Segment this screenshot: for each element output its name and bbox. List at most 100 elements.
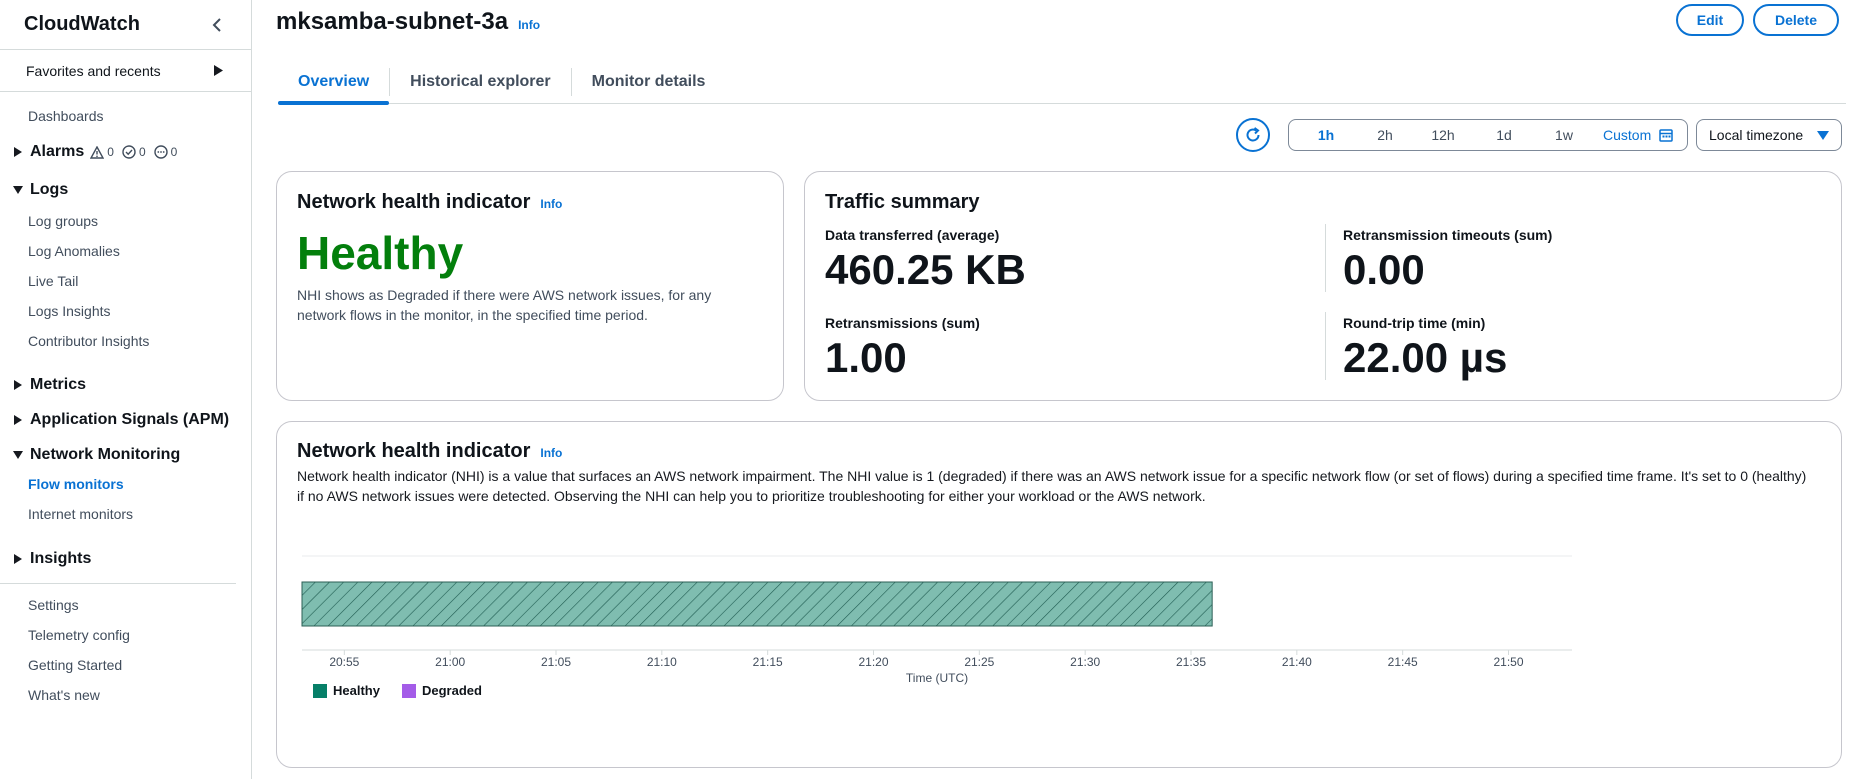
edit-button[interactable]: Edit	[1676, 4, 1744, 36]
x-tick-label: 21:35	[1176, 655, 1206, 669]
sidebar-section-metrics[interactable]: Metrics	[12, 376, 86, 394]
retransmissions-label: Retransmissions (sum)	[825, 315, 980, 331]
x-tick-label: 21:25	[964, 655, 994, 669]
traffic-summary-card: Traffic summary Data transferred (averag…	[804, 171, 1842, 401]
legend-swatch-healthy	[313, 683, 327, 698]
alarm-count[interactable]: 0	[90, 145, 114, 159]
page-title: mksamba-subnet-3a	[276, 8, 509, 35]
range-custom[interactable]: Custom	[1603, 120, 1673, 150]
sidebar-section-label: Logs	[30, 181, 69, 198]
tab-bar: Overview Historical explorer Monitor det…	[278, 60, 1846, 105]
range-1d[interactable]: 1d	[1473, 120, 1535, 150]
legend-swatch-degraded	[401, 683, 416, 698]
tab-overview[interactable]: Overview	[278, 60, 390, 105]
metric-divider	[1325, 312, 1326, 380]
nhi-card-title: Network health indicator Info	[297, 191, 563, 213]
traffic-summary-title: Traffic summary	[825, 191, 980, 213]
x-axis-label: Time (UTC)	[906, 671, 968, 685]
nhi-status-value: Healthy	[297, 227, 464, 279]
delete-button[interactable]: Delete	[1753, 4, 1839, 36]
sidebar-section-application-signals[interactable]: Application Signals (APM)	[12, 411, 229, 429]
nhi-chart-card: Network health indicator Info Network he…	[276, 421, 1842, 768]
metric-divider	[1325, 224, 1326, 292]
ok-count[interactable]: 0	[122, 145, 146, 159]
x-tick-label: 21:50	[1493, 655, 1523, 669]
nhi-card-info-link[interactable]: Info	[540, 197, 562, 211]
sidebar-item-log-groups[interactable]: Log groups	[28, 213, 98, 229]
sidebar-item-live-tail[interactable]: Live Tail	[28, 273, 78, 289]
nhi-status-card: Network health indicator Info Healthy NH…	[276, 171, 784, 401]
chart-legend: Healthy Degraded	[313, 683, 482, 698]
check-circle-icon	[122, 145, 136, 159]
sidebar-item-internet-monitors[interactable]: Internet monitors	[28, 506, 133, 522]
range-1w[interactable]: 1w	[1535, 120, 1593, 150]
refresh-button[interactable]	[1236, 118, 1270, 152]
alarm-state-counts: 0 0 0	[90, 145, 181, 159]
nhi-bar-healthy[interactable]	[301, 581, 1213, 627]
caret-right-icon	[214, 63, 223, 79]
caret-right-icon	[12, 146, 24, 158]
side-navigation: CloudWatch Favorites and recents Dashboa…	[0, 0, 252, 779]
sidebar-item-log-anomalies[interactable]: Log Anomalies	[28, 243, 120, 259]
caret-right-icon	[12, 553, 24, 565]
range-1h[interactable]: 1h	[1295, 120, 1357, 150]
legend-item-healthy[interactable]: Healthy	[313, 683, 380, 698]
service-title[interactable]: CloudWatch	[24, 13, 140, 36]
x-tick-label: 21:10	[647, 655, 677, 669]
x-tick-label: 21:05	[541, 655, 571, 669]
sidebar-item-flow-monitors[interactable]: Flow monitors	[28, 476, 124, 492]
tab-monitor-details[interactable]: Monitor details	[572, 60, 726, 104]
sidebar-section-logs[interactable]: Logs	[12, 181, 68, 199]
sidebar-item-telemetry-config[interactable]: Telemetry config	[28, 627, 130, 643]
ellipsis-circle-icon	[153, 145, 168, 159]
sidebar-section-insights[interactable]: Insights	[12, 550, 91, 568]
time-range-selector: 1h 2h 12h 1d 1w Custom	[1288, 119, 1688, 151]
legend-item-degraded[interactable]: Degraded	[401, 683, 482, 698]
warning-icon	[90, 145, 105, 159]
timezone-value: Local timezone	[1709, 127, 1804, 143]
x-tick-label: 21:40	[1282, 655, 1312, 669]
data-transferred-label: Data transferred (average)	[825, 227, 1000, 243]
sidebar-item-settings[interactable]: Settings	[28, 597, 79, 613]
insufficient-data-count[interactable]: 0	[153, 145, 177, 159]
main-content: mksamba-subnet-3a Info Edit Delete Overv…	[253, 0, 1856, 779]
favorites-label: Favorites and recents	[26, 62, 161, 79]
caret-down-icon	[12, 184, 24, 196]
caret-right-icon	[12, 414, 24, 426]
sidebar-section-network-monitoring[interactable]: Network Monitoring	[12, 446, 180, 464]
range-12h[interactable]: 12h	[1413, 120, 1473, 150]
range-2h[interactable]: 2h	[1357, 120, 1413, 150]
retrans-timeouts-value: 0.00	[1343, 246, 1425, 293]
sidebar-divider	[0, 583, 236, 584]
collapse-sidebar-icon[interactable]	[207, 15, 227, 35]
timezone-select[interactable]: Local timezone	[1696, 119, 1842, 151]
sidebar-item-contributor-insights[interactable]: Contributor Insights	[28, 333, 149, 349]
sidebar-section-alarms[interactable]: Alarms 0 0 0	[12, 143, 181, 161]
nhi-chart: 20:55 21:00 21:05 21:10 21:15 21:20 21:25 21:30…	[301, 555, 1572, 685]
caret-down-icon	[12, 449, 24, 461]
sidebar-header: CloudWatch	[0, 0, 251, 50]
caret-right-icon	[12, 379, 24, 391]
favorites-and-recents[interactable]: Favorites and recents	[0, 50, 251, 92]
sidebar-item-whats-new[interactable]: What's new	[28, 687, 100, 703]
x-tick-label: 21:30	[1070, 655, 1100, 669]
x-tick-label: 21:45	[1388, 655, 1418, 669]
sidebar-item-logs-insights[interactable]: Logs Insights	[28, 303, 111, 319]
tab-historical-explorer[interactable]: Historical explorer	[390, 60, 571, 104]
x-tick-label: 20:55	[329, 655, 359, 669]
sidebar-item-getting-started[interactable]: Getting Started	[28, 657, 122, 673]
calendar-icon	[1659, 129, 1673, 142]
sidebar-item-dashboards[interactable]: Dashboards	[28, 108, 104, 124]
page-header: mksamba-subnet-3a Info	[276, 8, 540, 36]
sidebar-section-label: Application Signals (APM)	[30, 411, 230, 428]
retrans-timeouts-label: Retransmission timeouts (sum)	[1343, 227, 1553, 243]
x-tick-label: 21:15	[753, 655, 783, 669]
x-tick-label: 21:20	[858, 655, 888, 669]
rtt-label: Round-trip time (min)	[1343, 315, 1486, 331]
rtt-value: 22.00 µs	[1343, 334, 1508, 381]
sidebar-section-label: Insights	[30, 550, 92, 567]
sidebar-section-label: Alarms	[30, 143, 85, 160]
sidebar-section-label: Metrics	[30, 376, 87, 393]
page-info-link[interactable]: Info	[518, 18, 540, 32]
sidebar-section-label: Network Monitoring	[30, 446, 181, 463]
